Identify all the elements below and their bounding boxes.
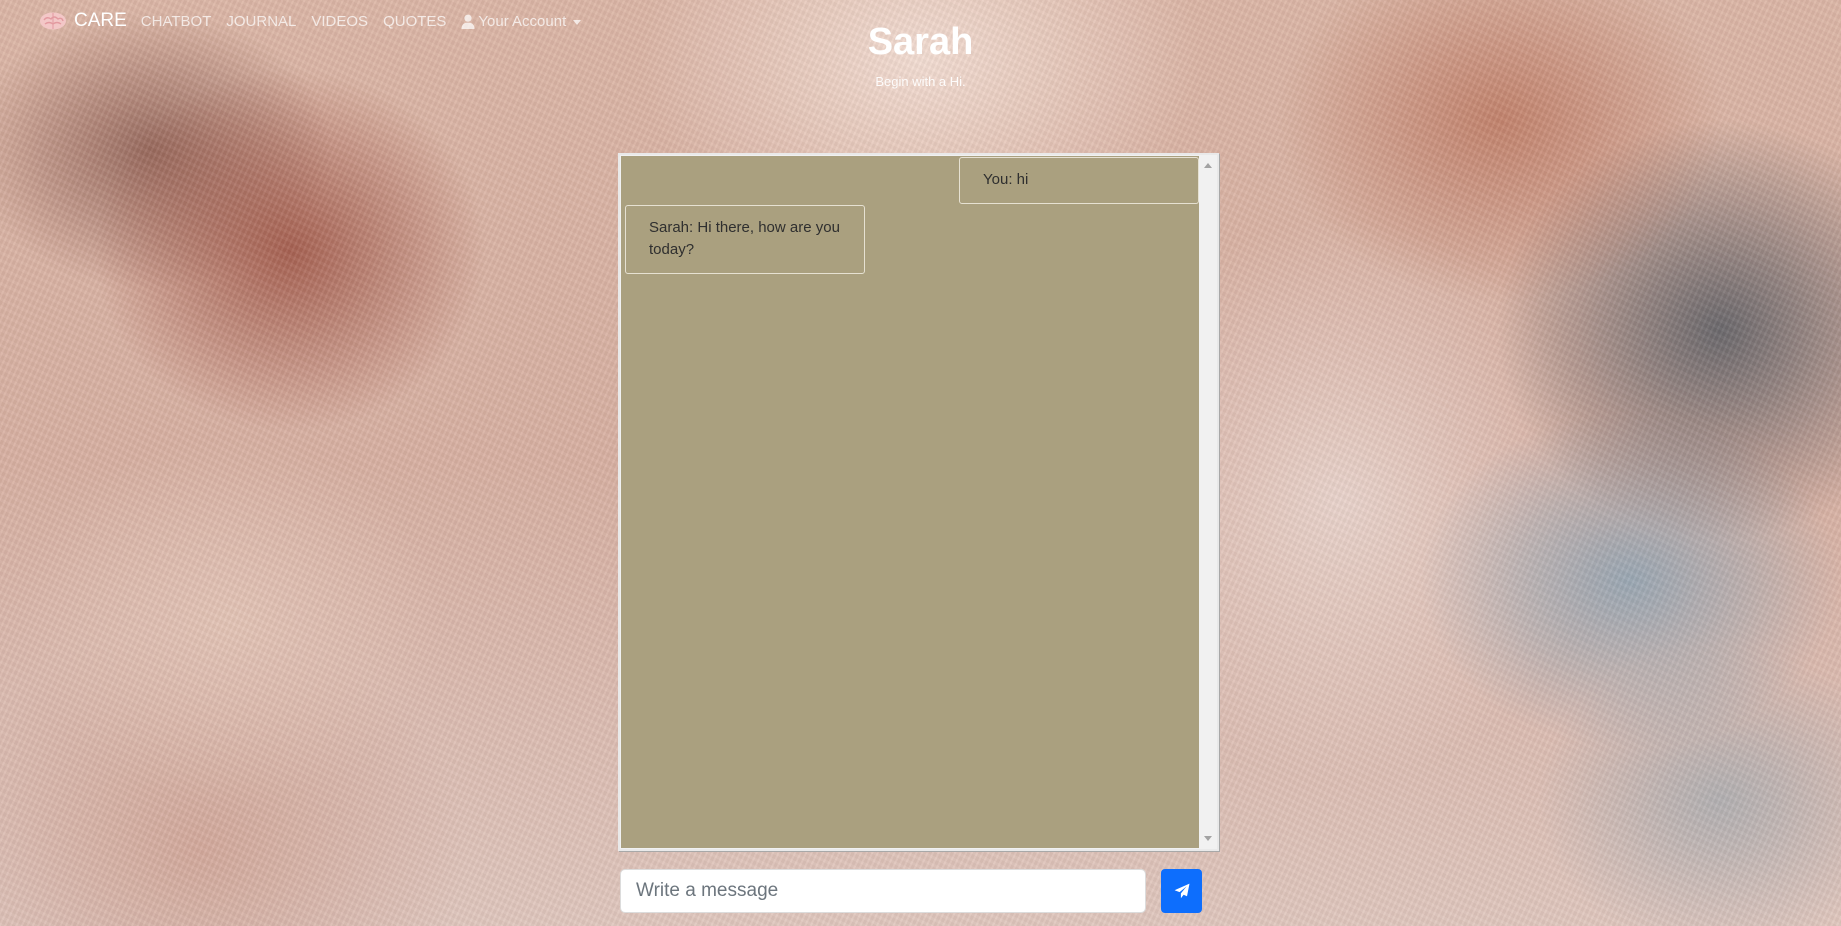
user-icon <box>461 14 475 29</box>
scroll-up-arrow-icon[interactable] <box>1204 163 1212 168</box>
brain-icon <box>40 12 66 30</box>
paper-plane-icon <box>1174 883 1189 899</box>
chat-messages: You: hi Sarah: Hi there, how are you tod… <box>621 156 1200 848</box>
chat-scrollbar[interactable] <box>1199 155 1217 849</box>
chat-window: You: hi Sarah: Hi there, how are you tod… <box>618 153 1219 851</box>
brand-link[interactable]: CARE <box>38 10 127 32</box>
nav-link-journal[interactable]: JOURNAL <box>226 13 296 30</box>
message-composer <box>620 869 1202 914</box>
brand-label: CARE <box>74 10 127 31</box>
send-button[interactable] <box>1161 869 1202 913</box>
nav-link-quotes[interactable]: QUOTES <box>383 13 446 30</box>
navbar: CARE CHATBOT JOURNAL VIDEOS QUOTES Your … <box>0 0 596 42</box>
user-message: You: hi <box>959 157 1199 204</box>
message-input[interactable] <box>620 869 1146 913</box>
page-subtitle: Begin with a Hi. <box>875 74 966 89</box>
scroll-down-arrow-icon[interactable] <box>1204 836 1212 841</box>
account-dropdown[interactable]: Your Account <box>461 12 582 30</box>
chevron-down-icon <box>573 19 582 25</box>
nav-link-videos[interactable]: VIDEOS <box>311 13 368 30</box>
account-label: Your Account <box>478 12 567 30</box>
nav-link-chatbot[interactable]: CHATBOT <box>141 13 212 30</box>
bot-message: Sarah: Hi there, how are you today? <box>625 205 865 274</box>
